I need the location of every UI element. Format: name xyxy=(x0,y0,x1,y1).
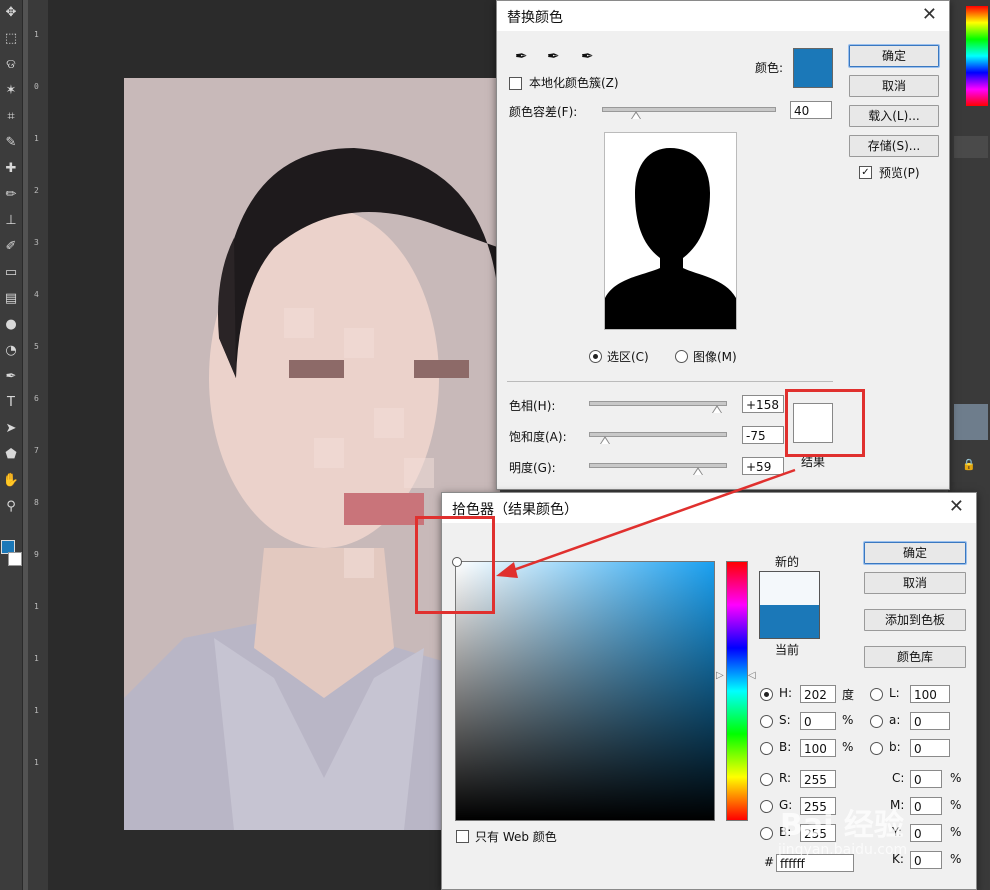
annotation-arrow xyxy=(496,468,796,578)
watermark-url: jingyan.baidu.com xyxy=(778,842,908,858)
watermark-logo: Bai 经验 xyxy=(780,808,904,843)
